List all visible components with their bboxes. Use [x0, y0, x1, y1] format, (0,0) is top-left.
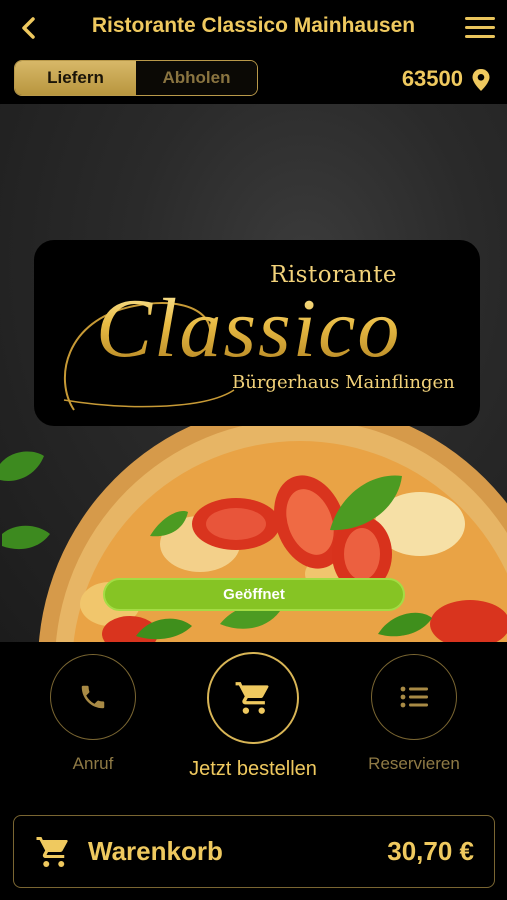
menu-button[interactable] — [459, 12, 499, 44]
hero-banner: Ristorante Classico Bürgerhaus Mainfling… — [0, 104, 507, 642]
order-now-label: Jetzt bestellen — [189, 758, 317, 780]
tab-abholen[interactable]: Abholen — [136, 61, 257, 95]
page-title: Ristorante Classico Mainhausen — [91, 14, 416, 37]
back-button[interactable] — [12, 12, 44, 44]
zip-code[interactable]: 63500 — [402, 66, 463, 92]
open-status-badge: Geöffnet — [103, 578, 405, 611]
tab-liefern[interactable]: Liefern — [15, 61, 136, 95]
order-mode-bar: Liefern Abholen 63500 — [0, 56, 507, 104]
call-label: Anruf — [72, 754, 114, 773]
reserve-button[interactable]: Reservieren — [368, 654, 460, 774]
phone-icon — [81, 685, 105, 709]
reserve-circle[interactable] — [371, 654, 457, 740]
reserve-label: Reservieren — [368, 754, 460, 773]
logo-sub-line: Bürgerhaus Mainflingen — [232, 372, 455, 393]
cart-total: 30,70 € — [387, 836, 474, 866]
order-now-button[interactable]: Jetzt bestellen — [189, 652, 317, 781]
order-mode-toggle: Liefern Abholen — [14, 60, 258, 96]
order-now-circle[interactable] — [207, 652, 299, 744]
shopping-cart-icon — [235, 682, 269, 714]
cart-label: Warenkorb — [88, 836, 223, 866]
chevron-left-icon — [22, 17, 35, 39]
shopping-cart-icon — [36, 837, 68, 867]
action-buttons: Anruf Jetzt bestellen Reservieren — [0, 642, 507, 806]
map-pin-icon[interactable] — [471, 68, 491, 92]
hamburger-menu-icon — [465, 17, 495, 20]
list-icon — [400, 686, 428, 708]
cart-bar[interactable]: Warenkorb 30,70 € — [13, 815, 495, 888]
restaurant-logo: Ristorante Classico Bürgerhaus Mainfling… — [34, 240, 480, 426]
call-circle[interactable] — [50, 654, 136, 740]
call-button[interactable]: Anruf — [50, 654, 136, 774]
logo-name: Classico — [96, 282, 402, 375]
app-header: Ristorante Classico Mainhausen — [0, 0, 507, 56]
